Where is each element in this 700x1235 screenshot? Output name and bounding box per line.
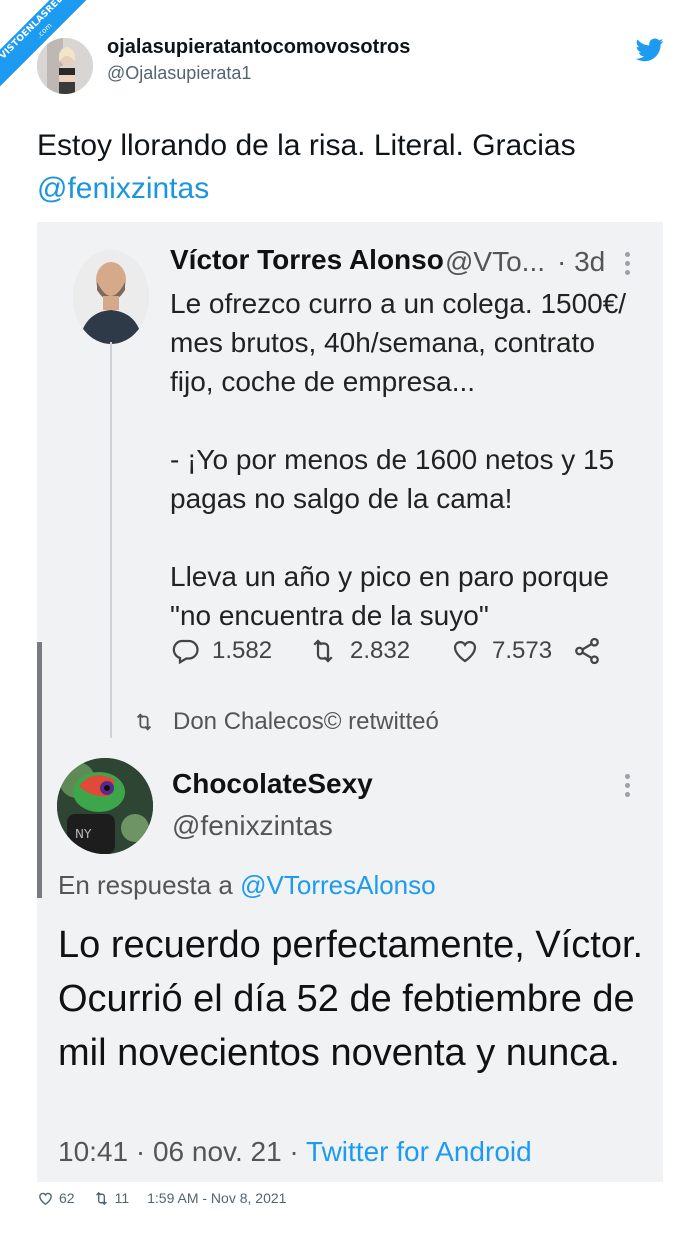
mention-link[interactable]: @fenixzintas bbox=[37, 172, 209, 205]
in-reply-to: En respuesta a @VTorresAlonso bbox=[58, 870, 436, 901]
heart-icon bbox=[453, 640, 477, 663]
retweet-icon bbox=[95, 1191, 107, 1205]
reply-prefix: En respuesta a bbox=[58, 870, 241, 900]
quoted-author-handle[interactable]: @VTo... bbox=[445, 246, 545, 278]
reply-author-avatar[interactable]: NY bbox=[57, 758, 153, 854]
reply-timestamp[interactable]: 10:41 · 06 nov. 21 · bbox=[58, 1136, 306, 1167]
retweet-action[interactable]: 2.832 bbox=[308, 636, 410, 666]
share-action[interactable] bbox=[572, 636, 602, 666]
reply-author-name[interactable]: ChocolateSexy bbox=[172, 768, 373, 800]
author-handle[interactable]: @Ojalasupierata1 bbox=[107, 63, 251, 84]
tweet-timestamp[interactable]: 1:59 AM - Nov 8, 2021 bbox=[147, 1190, 286, 1206]
more-icon[interactable] bbox=[625, 252, 631, 279]
scroll-indicator bbox=[37, 642, 42, 898]
retweet-count: 2.832 bbox=[350, 637, 411, 664]
quoted-author-avatar[interactable] bbox=[73, 250, 149, 344]
retweeted-by-row: Don Chalecos© retwitteó bbox=[133, 708, 439, 736]
tweet-footer: 62 11 1:59 AM - Nov 8, 2021 bbox=[37, 1188, 304, 1208]
svg-text:NY: NY bbox=[75, 827, 92, 841]
like-count: 7.573 bbox=[492, 637, 553, 664]
retweet-small-icon bbox=[136, 713, 152, 731]
like-count: 62 bbox=[59, 1190, 75, 1206]
reply-client-link[interactable]: Twitter for Android bbox=[306, 1136, 532, 1167]
quoted-tweet-text: Le ofrezco curro a un colega. 1500€/ mes… bbox=[170, 288, 627, 631]
reply-tweet-meta: 10:41 · 06 nov. 21 · Twitter for Android bbox=[58, 1136, 532, 1168]
quoted-tweet-age[interactable]: · 3d bbox=[557, 246, 605, 278]
reply-count: 1.582 bbox=[212, 637, 273, 664]
author-name[interactable]: ojalasupieratantocomovosotros bbox=[107, 36, 410, 59]
quoted-author-name[interactable]: Víctor Torres Alonso bbox=[170, 244, 444, 276]
retweet-icon bbox=[313, 639, 333, 663]
twitter-bird-icon[interactable] bbox=[636, 38, 664, 62]
retweet-count: 11 bbox=[114, 1190, 130, 1206]
author-avatar[interactable] bbox=[37, 38, 93, 94]
reply-icon bbox=[172, 639, 199, 665]
timestamp-text: 1:59 AM - Nov 8, 2021 bbox=[147, 1190, 287, 1206]
reply-action[interactable]: 1.582 bbox=[170, 636, 272, 666]
retweeted-by-text[interactable]: Don Chalecos© retwitteó bbox=[173, 708, 439, 736]
reply-tweet-text: Lo recuerdo perfectamente, Víctor. Ocurr… bbox=[58, 924, 644, 1074]
reply-target-link[interactable]: @VTorresAlonso bbox=[240, 870, 435, 900]
reply-author-handle[interactable]: @fenixzintas bbox=[172, 810, 333, 842]
quoted-tweet-actions: 1.582 2.832 7.573 bbox=[170, 636, 650, 670]
embedded-screenshot: Víctor Torres Alonso @VTo... · 3d Le ofr… bbox=[37, 222, 663, 1182]
heart-icon bbox=[39, 1192, 52, 1205]
retweet-action[interactable]: 11 bbox=[93, 1190, 130, 1207]
tweet-text-body: Estoy llorando de la risa. Literal. Grac… bbox=[37, 129, 576, 162]
share-icon bbox=[575, 637, 599, 665]
tweet-text: Estoy llorando de la risa. Literal. Grac… bbox=[37, 124, 657, 210]
like-action[interactable]: 62 bbox=[37, 1190, 75, 1207]
thread-line bbox=[110, 342, 112, 738]
like-action[interactable]: 7.573 bbox=[450, 636, 552, 666]
more-icon[interactable] bbox=[625, 774, 631, 801]
